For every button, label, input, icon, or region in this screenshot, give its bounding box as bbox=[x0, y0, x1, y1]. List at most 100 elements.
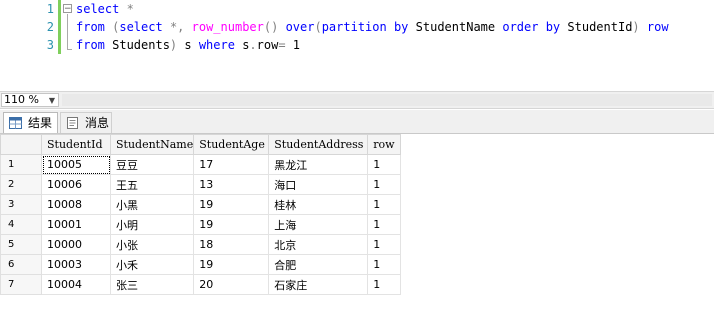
code-token: = bbox=[278, 38, 293, 52]
code-token: 1 bbox=[292, 38, 301, 52]
cell-studentage[interactable]: 19 bbox=[193, 254, 270, 275]
cell-studentage[interactable]: 18 bbox=[193, 234, 270, 255]
column-header-studentage[interactable]: StudentAge bbox=[193, 134, 270, 155]
code-line-1[interactable]: select * bbox=[76, 0, 134, 18]
sql-editor[interactable]: 1 2 3 − select * from ( select *, row_num… bbox=[0, 0, 714, 92]
tab-results-label: 结果 bbox=[28, 116, 53, 130]
table-row[interactable]: 6 10003 小禾 19 合肥 1 bbox=[0, 254, 402, 275]
row-number[interactable]: 7 bbox=[0, 274, 42, 295]
code-token: by bbox=[393, 20, 416, 34]
code-token: from bbox=[76, 38, 113, 52]
cell-studentid[interactable]: 10008 bbox=[41, 194, 111, 215]
line-number: 1 bbox=[46, 2, 54, 16]
grid-icon bbox=[9, 117, 22, 129]
cell-studentname[interactable]: 小张 bbox=[109, 234, 195, 255]
table-row[interactable]: 7 10004 张三 20 石家庄 1 bbox=[0, 274, 402, 295]
table-row[interactable]: 4 10001 小明 19 上海 1 bbox=[0, 214, 402, 235]
row-number[interactable]: 5 bbox=[0, 234, 42, 255]
cell-studentage[interactable]: 13 bbox=[193, 174, 270, 195]
cell-studentid[interactable]: 10004 bbox=[41, 274, 111, 295]
cell-studentaddress[interactable]: 合肥 bbox=[268, 254, 369, 275]
tab-results[interactable]: 结果 bbox=[3, 112, 58, 133]
row-number[interactable]: 1 bbox=[0, 154, 42, 175]
row-number[interactable]: 2 bbox=[0, 174, 42, 195]
collapse-toggle-icon[interactable]: − bbox=[63, 4, 72, 14]
code-token: row bbox=[256, 38, 279, 52]
cell-row[interactable]: 1 bbox=[367, 154, 402, 175]
column-header-studentid[interactable]: StudentId bbox=[41, 134, 111, 155]
code-token: () bbox=[263, 20, 286, 34]
cell-row[interactable]: 1 bbox=[367, 274, 402, 295]
grid-corner-cell[interactable] bbox=[0, 134, 42, 155]
code-token: from bbox=[76, 20, 113, 34]
fold-guide-end bbox=[67, 49, 72, 50]
cell-studentid[interactable]: 10000 bbox=[41, 234, 111, 255]
line-number-gutter: 1 2 3 bbox=[0, 0, 64, 92]
column-header-studentaddress[interactable]: StudentAddress bbox=[268, 134, 369, 155]
header-row: StudentId StudentName StudentAge Student… bbox=[0, 134, 402, 155]
code-token: select bbox=[76, 2, 127, 16]
cell-row[interactable]: 1 bbox=[367, 174, 402, 195]
code-token: partition bbox=[321, 20, 394, 34]
zoom-dropdown[interactable]: 110 % ▼ bbox=[1, 93, 59, 107]
tab-messages[interactable]: 消息 bbox=[60, 112, 112, 133]
cell-studentid[interactable]: 10005 bbox=[41, 154, 111, 175]
cell-studentname[interactable]: 张三 bbox=[109, 274, 195, 295]
code-token: ( bbox=[314, 20, 322, 34]
cell-studentaddress[interactable]: 石家庄 bbox=[268, 274, 369, 295]
code-token: ) bbox=[632, 20, 647, 34]
cell-studentage[interactable]: 17 bbox=[193, 154, 270, 175]
cell-row[interactable]: 1 bbox=[367, 194, 402, 215]
code-token: StudentId bbox=[567, 20, 633, 34]
code-line-3[interactable]: from Students) s where s.row= 1 bbox=[76, 36, 300, 54]
cell-studentname[interactable]: 豆豆 bbox=[109, 154, 195, 175]
code-token: s bbox=[184, 38, 199, 52]
tab-messages-label: 消息 bbox=[85, 116, 110, 130]
cell-studentname[interactable]: 小明 bbox=[109, 214, 195, 235]
row-number[interactable]: 3 bbox=[0, 194, 42, 215]
horizontal-scrollbar[interactable] bbox=[62, 94, 712, 106]
results-table: StudentId StudentName StudentAge Student… bbox=[0, 134, 402, 295]
table-row[interactable]: 2 10006 王五 13 海口 1 bbox=[0, 174, 402, 195]
table-row[interactable]: 3 10008 小黑 19 桂林 1 bbox=[0, 194, 402, 215]
code-token: by bbox=[545, 20, 568, 34]
cell-studentid[interactable]: 10001 bbox=[41, 214, 111, 235]
cell-studentname[interactable]: 小黑 bbox=[109, 194, 195, 215]
cell-studentage[interactable]: 19 bbox=[193, 194, 270, 215]
code-token: , bbox=[177, 20, 192, 34]
messages-icon bbox=[67, 117, 78, 129]
cell-studentaddress[interactable]: 黑龙江 bbox=[268, 154, 369, 175]
zoom-value: 110 % bbox=[4, 93, 39, 106]
cell-studentname[interactable]: 小禾 bbox=[109, 254, 195, 275]
row-number[interactable]: 4 bbox=[0, 214, 42, 235]
cell-studentname[interactable]: 王五 bbox=[109, 174, 195, 195]
table-row[interactable]: 1 10005 豆豆 17 黑龙江 1 bbox=[0, 154, 402, 175]
cell-row[interactable]: 1 bbox=[367, 214, 402, 235]
code-token: where bbox=[198, 38, 243, 52]
cell-row[interactable]: 1 bbox=[367, 254, 402, 275]
cell-studentage[interactable]: 19 bbox=[193, 214, 270, 235]
cell-row[interactable]: 1 bbox=[367, 234, 402, 255]
cell-studentaddress[interactable]: 海口 bbox=[268, 174, 369, 195]
code-token: * bbox=[126, 2, 134, 16]
line-number: 2 bbox=[46, 20, 54, 34]
code-line-2[interactable]: from (select *, row_number() over(partit… bbox=[76, 18, 669, 36]
cell-studentaddress[interactable]: 桂林 bbox=[268, 194, 369, 215]
column-header-row[interactable]: row bbox=[367, 134, 402, 155]
cell-studentaddress[interactable]: 北京 bbox=[268, 234, 369, 255]
cell-studentid[interactable]: 10006 bbox=[41, 174, 111, 195]
cell-studentid[interactable]: 10003 bbox=[41, 254, 111, 275]
editor-status-strip: 110 % ▼ bbox=[0, 91, 714, 109]
cell-studentaddress[interactable]: 上海 bbox=[268, 214, 369, 235]
code-token: row_number bbox=[191, 20, 264, 34]
chevron-down-icon[interactable]: ▼ bbox=[49, 95, 55, 107]
fold-guide-line bbox=[67, 14, 68, 50]
row-number[interactable]: 6 bbox=[0, 254, 42, 275]
code-token: Students bbox=[112, 38, 170, 52]
cell-studentage[interactable]: 20 bbox=[193, 274, 270, 295]
column-header-studentname[interactable]: StudentName bbox=[109, 134, 195, 155]
results-grid[interactable]: StudentId StudentName StudentAge Student… bbox=[0, 134, 714, 331]
line-number: 3 bbox=[46, 38, 54, 52]
code-token: ) bbox=[169, 38, 185, 52]
table-row[interactable]: 5 10000 小张 18 北京 1 bbox=[0, 234, 402, 255]
